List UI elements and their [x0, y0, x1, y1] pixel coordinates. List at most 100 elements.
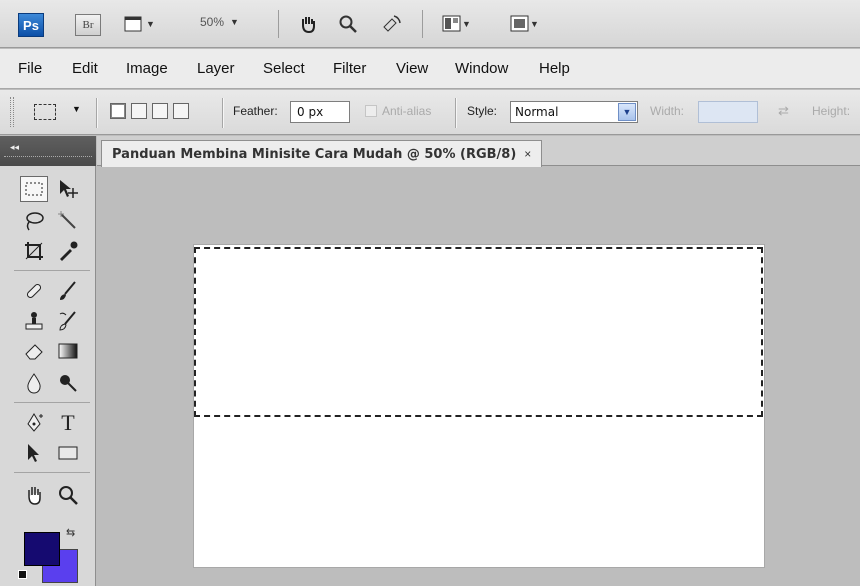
arrange-documents-button[interactable]: ▼ — [442, 12, 471, 36]
blur-tool[interactable] — [20, 370, 48, 396]
menu-image[interactable]: Image — [126, 60, 168, 77]
zoom-level-dropdown[interactable]: 50% ▼ — [200, 15, 239, 29]
eraser-tool[interactable] — [20, 338, 48, 364]
anti-alias-label: Anti-alias — [382, 104, 432, 118]
document-workspace[interactable] — [97, 167, 860, 586]
document-canvas[interactable] — [194, 245, 764, 567]
marquee-tool[interactable] — [20, 176, 48, 202]
screen-mode-button[interactable]: ▼ — [510, 12, 539, 36]
pen-tool[interactable] — [20, 410, 48, 436]
crop-icon — [25, 242, 43, 260]
chevron-down-icon[interactable]: ▼ — [72, 104, 81, 114]
new-selection-button[interactable] — [110, 103, 126, 119]
options-bar-grip[interactable] — [10, 97, 14, 127]
close-icon[interactable]: × — [524, 147, 531, 161]
type-icon: T — [61, 410, 75, 435]
add-to-selection-button[interactable] — [131, 103, 147, 119]
hand-icon — [302, 17, 315, 34]
rotate-view-button[interactable] — [380, 12, 402, 36]
width-label: Width: — [650, 104, 685, 118]
collapse-icon[interactable]: ◂◂ — [10, 142, 19, 153]
photoshop-logo: Ps — [18, 13, 44, 37]
chevron-down-icon: ▼ — [462, 19, 471, 29]
lasso-icon — [26, 212, 44, 231]
menu-file[interactable]: File — [18, 60, 42, 77]
eraser-icon — [25, 344, 43, 360]
marquee-selection[interactable] — [194, 247, 763, 417]
brush-tool[interactable] — [54, 278, 82, 304]
magnifier-icon — [339, 15, 357, 33]
eyedropper-tool[interactable] — [54, 238, 82, 264]
divider — [455, 98, 456, 128]
divider — [96, 98, 97, 128]
clone-stamp-tool[interactable] — [20, 308, 48, 334]
menu-filter[interactable]: Filter — [333, 60, 366, 77]
height-label: Height: — [812, 104, 851, 118]
toolbox-divider — [14, 270, 90, 271]
divider — [278, 10, 279, 38]
options-bar: ▼ Feather: 0 px Anti-alias Style: Normal… — [0, 90, 860, 135]
feather-input[interactable]: 0 px — [290, 101, 350, 123]
view-extras-icon — [124, 16, 142, 32]
magnifier-icon — [59, 486, 78, 505]
divider — [422, 10, 423, 38]
move-tool[interactable] — [54, 176, 82, 202]
hand-icon — [28, 487, 41, 505]
default-colors-icon[interactable] — [18, 570, 27, 579]
path-selection-tool[interactable] — [20, 440, 48, 466]
brush-icon — [60, 281, 76, 300]
foreground-color-swatch[interactable] — [24, 532, 60, 566]
toolbox-header: ◂◂ — [0, 136, 96, 166]
chevron-down-icon[interactable]: ▼ — [618, 103, 636, 121]
crop-tool[interactable] — [20, 238, 48, 264]
history-brush-icon — [59, 311, 76, 331]
water-drop-icon — [27, 373, 41, 394]
menu-bar: File Edit Image Layer Select Filter View… — [0, 49, 860, 89]
hand-tool-button[interactable] — [298, 12, 318, 36]
magic-wand-icon — [58, 211, 76, 229]
application-bar: Ps Br ▼ 50% ▼ ▼ ▼ — [0, 0, 860, 48]
menu-layer[interactable]: Layer — [197, 60, 235, 77]
document-tab-bar: Panduan Membina Minisite Cara Mudah @ 50… — [97, 136, 860, 167]
menu-edit[interactable]: Edit — [72, 60, 98, 77]
style-select-value: Normal — [515, 105, 559, 119]
rectangle-shape-tool[interactable] — [54, 440, 82, 466]
lasso-tool[interactable] — [20, 208, 48, 234]
toolbox: ◂◂ T ⇆ — [0, 136, 96, 586]
rectangular-marquee-icon — [25, 182, 43, 196]
history-brush-tool[interactable] — [54, 308, 82, 334]
menu-help[interactable]: Help — [539, 60, 570, 77]
chevron-down-icon: ▼ — [146, 19, 155, 29]
swap-colors-icon[interactable]: ⇆ — [66, 526, 75, 539]
chevron-down-icon: ▼ — [530, 19, 539, 29]
magic-wand-tool[interactable] — [54, 208, 82, 234]
rotate-view-icon — [383, 15, 401, 32]
healing-brush-tool[interactable] — [20, 278, 48, 304]
eyedropper-icon — [60, 241, 78, 261]
launch-bridge-button[interactable]: Br — [75, 14, 101, 36]
anti-alias-checkbox[interactable] — [365, 105, 377, 117]
arrow-icon — [28, 444, 39, 462]
zoom-tool[interactable] — [54, 482, 82, 508]
menu-select[interactable]: Select — [263, 60, 305, 77]
gradient-icon — [58, 343, 78, 359]
toolbox-grip[interactable] — [4, 156, 92, 160]
document-tab[interactable]: Panduan Membina Minisite Cara Mudah @ 50… — [101, 140, 543, 167]
hand-tool[interactable] — [20, 482, 48, 508]
gradient-tool[interactable] — [54, 338, 82, 364]
toolbox-divider — [14, 472, 90, 473]
style-select[interactable]: Normal ▼ — [510, 101, 638, 123]
menu-view[interactable]: View — [396, 60, 428, 77]
subtract-from-selection-button[interactable] — [152, 103, 168, 119]
swap-width-height-icon[interactable]: ⇄ — [778, 103, 789, 119]
tool-preset-picker[interactable] — [34, 104, 56, 120]
view-extras-button[interactable]: ▼ — [124, 12, 155, 36]
dodge-tool[interactable] — [54, 370, 82, 396]
zoom-tool-button[interactable] — [338, 12, 358, 36]
toolbox-divider — [14, 402, 90, 403]
menu-window[interactable]: Window — [455, 60, 508, 77]
width-input[interactable] — [698, 101, 758, 123]
intersect-selection-button[interactable] — [173, 103, 189, 119]
rectangle-shape-icon — [58, 446, 78, 460]
type-tool[interactable]: T — [54, 410, 82, 436]
